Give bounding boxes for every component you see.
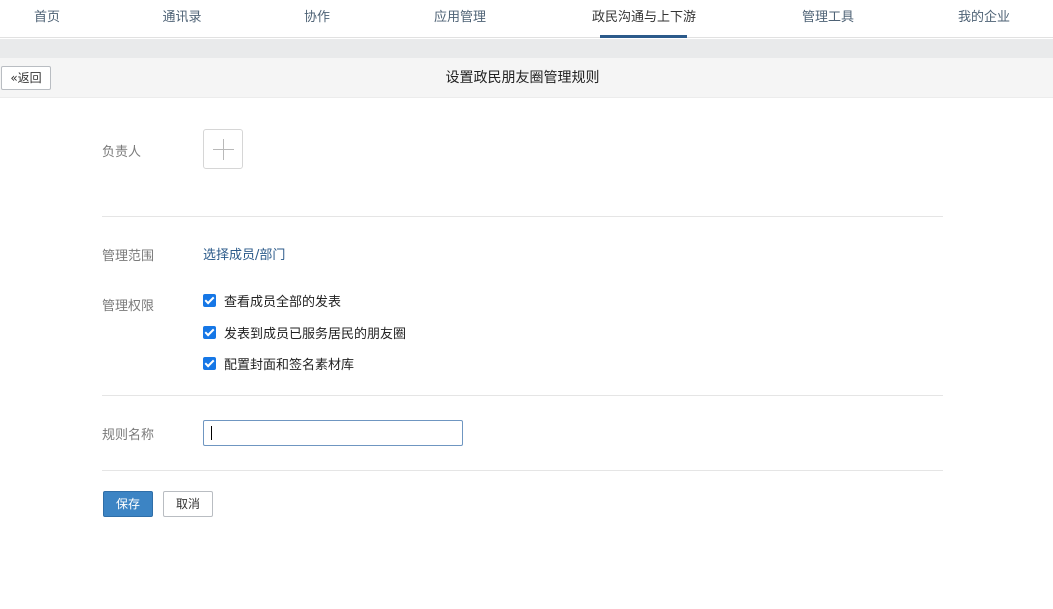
active-tab-indicator: [600, 35, 687, 38]
permission-post-to-moments[interactable]: 发表到成员已服务居民的朋友圈: [203, 324, 407, 342]
header-spacer: [0, 39, 1053, 58]
page-title: 设置政民朋友圈管理规则: [445, 70, 600, 86]
checkbox-checked[interactable]: [203, 325, 216, 339]
select-members-link[interactable]: 选择成员/部门: [203, 244, 285, 263]
rule-name-label: 规则名称: [102, 428, 155, 443]
divider: [102, 216, 943, 217]
top-nav: 首页 通讯录 协作 应用管理 政民沟通与上下游 管理工具 我的企业: [0, 0, 1053, 38]
owner-label: 负责人: [102, 145, 142, 160]
checkbox-checked[interactable]: [203, 356, 216, 370]
nav-item-collaboration[interactable]: 协作: [304, 0, 330, 38]
nav-item-app-management[interactable]: 应用管理: [434, 0, 486, 38]
nav-item-management-tools[interactable]: 管理工具: [802, 0, 854, 38]
permission-label-text: 配置封面和签名素材库: [224, 357, 355, 373]
nav-item-home[interactable]: 首页: [34, 0, 60, 38]
text-caret: [211, 426, 212, 440]
permission-label-text: 查看成员全部的发表: [224, 294, 342, 310]
rule-name-input[interactable]: [203, 420, 463, 446]
save-button[interactable]: 保存: [103, 491, 153, 517]
checkbox-checked[interactable]: [203, 293, 216, 307]
cancel-button[interactable]: 取消: [163, 491, 213, 517]
nav-item-citizen-communication[interactable]: 政民沟通与上下游: [592, 0, 696, 38]
divider: [102, 395, 943, 396]
permission-label: 管理权限: [102, 299, 155, 314]
nav-item-contacts[interactable]: 通讯录: [162, 0, 201, 38]
page-header: «返回 设置政民朋友圈管理规则: [0, 58, 1053, 98]
permission-configure-materials[interactable]: 配置封面和签名素材库: [203, 355, 355, 373]
permission-view-posts[interactable]: 查看成员全部的发表: [203, 292, 342, 310]
scope-label: 管理范围: [102, 249, 155, 264]
divider: [102, 470, 943, 471]
nav-item-my-company[interactable]: 我的企业: [958, 0, 1010, 38]
permission-label-text: 发表到成员已服务居民的朋友圈: [224, 326, 407, 342]
add-owner-button[interactable]: [203, 129, 243, 169]
